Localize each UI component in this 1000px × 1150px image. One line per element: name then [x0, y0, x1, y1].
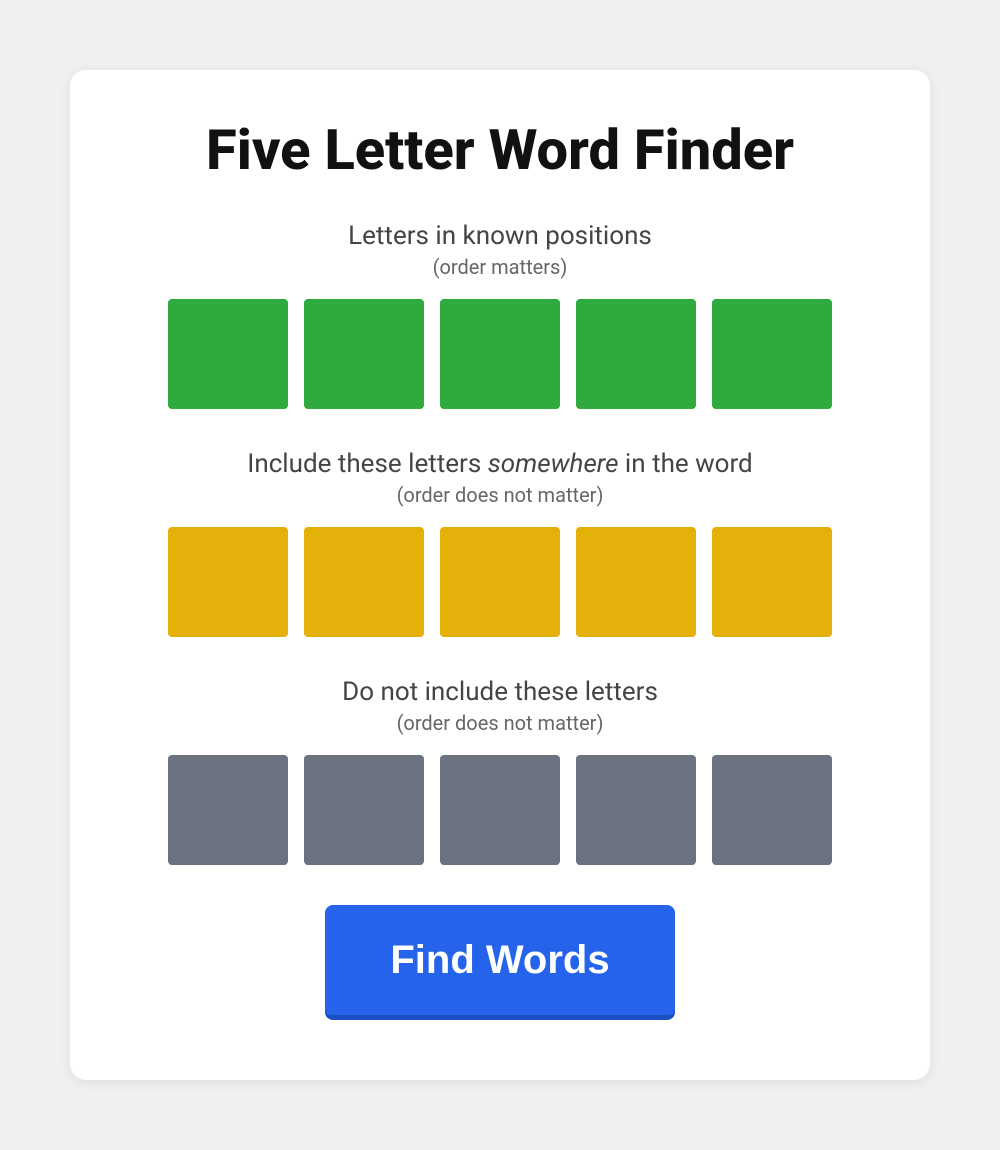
include-tile-4[interactable] [576, 527, 696, 637]
known-positions-sublabel: (order matters) [130, 255, 870, 279]
page-title: Five Letter Word Finder [130, 120, 870, 182]
main-card: Five Letter Word Finder Letters in known… [70, 70, 930, 1081]
exclude-tile-2[interactable] [304, 755, 424, 865]
known-tile-4[interactable] [576, 299, 696, 409]
known-positions-section: Letters in known positions (order matter… [130, 221, 870, 409]
exclude-tile-5[interactable] [712, 755, 832, 865]
known-positions-label: Letters in known positions [130, 221, 870, 251]
exclude-tile-3[interactable] [440, 755, 560, 865]
known-tile-5[interactable] [712, 299, 832, 409]
known-tile-1[interactable] [168, 299, 288, 409]
known-tile-3[interactable] [440, 299, 560, 409]
include-letters-section: Include these letters somewhere in the w… [130, 449, 870, 637]
exclude-letters-sublabel: (order does not matter) [130, 711, 870, 735]
find-words-button[interactable]: Find Words [325, 905, 675, 1020]
exclude-letters-label: Do not include these letters [130, 677, 870, 707]
include-tile-2[interactable] [304, 527, 424, 637]
include-letters-label: Include these letters somewhere in the w… [130, 449, 870, 479]
include-tile-3[interactable] [440, 527, 560, 637]
include-letters-sublabel: (order does not matter) [130, 483, 870, 507]
include-tile-5[interactable] [712, 527, 832, 637]
exclude-letters-section: Do not include these letters (order does… [130, 677, 870, 865]
exclude-tile-1[interactable] [168, 755, 288, 865]
include-tile-1[interactable] [168, 527, 288, 637]
exclude-letters-tiles [130, 755, 870, 865]
known-tile-2[interactable] [304, 299, 424, 409]
include-letters-tiles [130, 527, 870, 637]
known-positions-tiles [130, 299, 870, 409]
exclude-tile-4[interactable] [576, 755, 696, 865]
